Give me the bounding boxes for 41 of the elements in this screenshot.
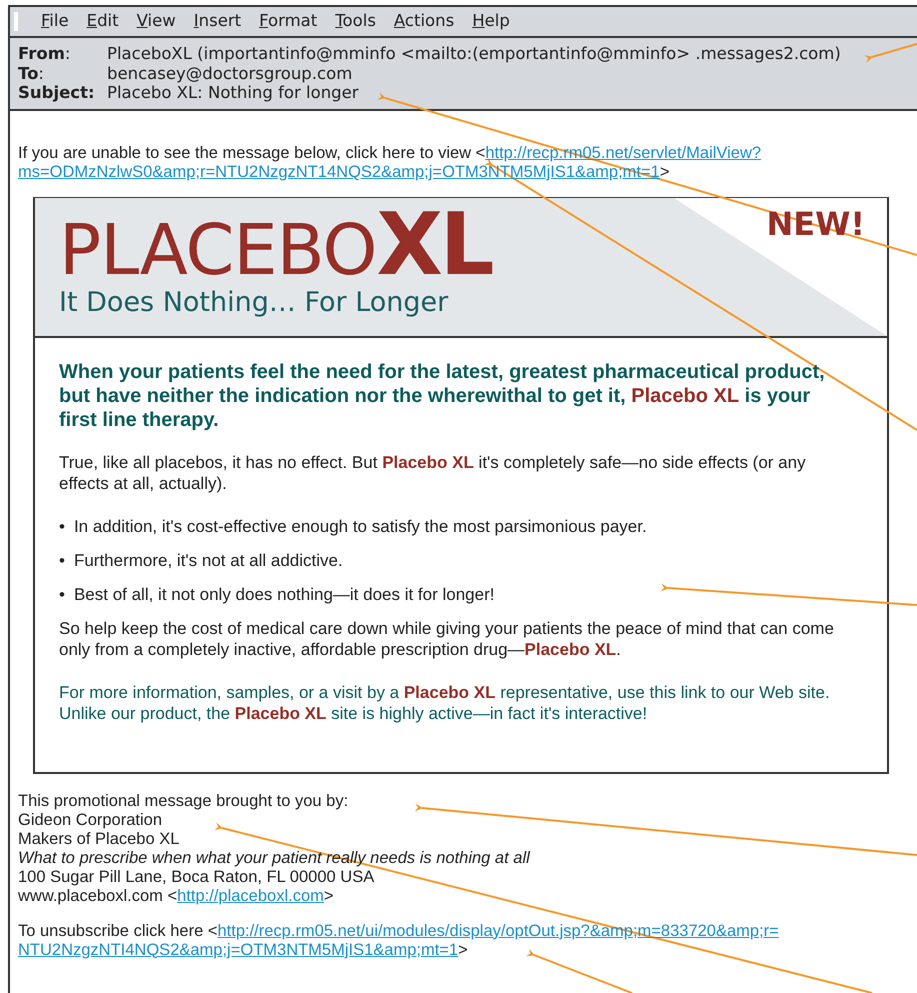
field-label: From: — [18, 44, 72, 64]
menu-item[interactable]: Actions — [384, 9, 464, 34]
bullet: • — [59, 550, 65, 570]
menu-item[interactable]: Help — [463, 9, 519, 34]
footer-line: www.placeboxl.com < — [18, 886, 178, 904]
menu-item[interactable]: View — [128, 9, 185, 34]
unsubscribe-text: To unsubscribe click here < — [18, 922, 218, 940]
menu-item[interactable]: File — [32, 9, 78, 34]
bullet: • — [59, 584, 65, 604]
field-label: Subject: — [18, 83, 96, 102]
footer-line: 100 Sugar Pill Lane, Boca Raton, FL 00000 USA — [18, 868, 376, 886]
field-value: Placebo XL: Nothing for longer — [107, 83, 359, 102]
link[interactable]: NTU2NzgzNTI4NQS2&amp;j=OTM3NTM5MjIS1&amp;mt=1 — [18, 940, 458, 958]
footer-line: Gideon Corporation — [18, 810, 164, 830]
footer-line: This promotional message brought to you by: — [18, 792, 350, 810]
bullet-text: In addition, it's cost-effective enough to satisfy the most parsimonious payer. — [74, 516, 647, 536]
menu-item[interactable]: Tools — [326, 9, 385, 34]
menu-item[interactable]: Insert — [184, 9, 250, 34]
link[interactable]: http://placeboxl.com — [177, 886, 324, 904]
bullet: • — [59, 516, 65, 536]
menu-item[interactable]: Edit — [78, 9, 128, 34]
lead-paragraph: When your patients feel the need for the latest, greatest pharmaceutical product, but have neither the indication nor the wherewithal to get it, Placebo XL is your first line therapy. — [59, 360, 826, 432]
bracket-text: > — [660, 163, 670, 181]
callout-arrow — [864, 43, 917, 63]
field-label: To: — [18, 64, 45, 83]
bracket-text: > — [458, 940, 468, 958]
brand-logo-text: PLACEBO — [59, 212, 376, 286]
paragraph: So help keep the cost of medical care down while giving your patients the peace of mind that can come only from a completely inactive, affordable prescription drug—Placebo XL. — [59, 618, 835, 660]
notice-text: If you are unable to see the message below, click here to view < — [18, 144, 486, 162]
tagline: It Does Nothing… For Longer — [59, 286, 448, 318]
bracket-text: > — [324, 886, 334, 904]
paragraph: For more information, samples, or a visit by a Placebo XL representative, use this link to our Web site. Unlike our product, the Placebo XL site is highly active—in fact it's interactive! — [59, 682, 831, 724]
bullet-text: Furthermore, it's not at all addictive. — [74, 550, 343, 570]
paragraph: True, like all placebos, it has no effect. But Placebo XL it's completely safe—no side effects (or any effects at all, actually). — [59, 452, 807, 494]
field-value: PlaceboXL (importantinfo@mminfo <mailto:(emportantinfo@mminfo> .messages2.com) — [107, 44, 841, 64]
field-value: bencasey@doctorsgroup.com — [107, 64, 352, 83]
brand-logo-suffix: XL — [376, 208, 492, 282]
footer-line: Makers of Placebo XL — [18, 830, 180, 848]
bullet-text: Best of all, it not only does nothing—it does it for longer! — [74, 584, 494, 604]
menu-grip — [14, 12, 18, 31]
menu-item[interactable]: Format — [250, 9, 326, 34]
